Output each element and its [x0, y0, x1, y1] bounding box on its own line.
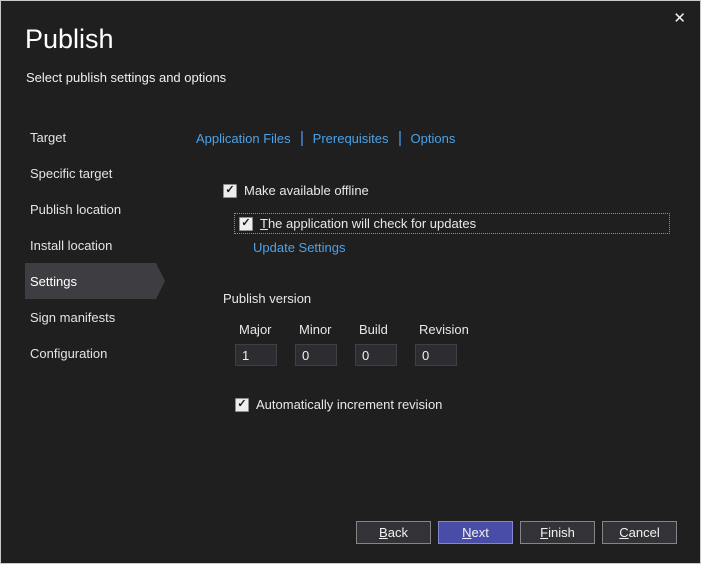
sidebar-item-sign-manifests[interactable]: Sign manifests: [25, 299, 165, 335]
tab-separator: [301, 131, 303, 146]
increment-checkbox-row: ✓ Automatically increment revision: [235, 397, 442, 412]
check-icon: ✓: [225, 185, 234, 196]
minor-input[interactable]: [295, 344, 337, 366]
build-label: Build: [359, 322, 388, 337]
check-icon: ✓: [237, 399, 246, 410]
updates-checkbox[interactable]: ✓: [239, 217, 253, 231]
next-button[interactable]: Next: [438, 521, 513, 544]
publish-dialog: ✕ Publish Select publish settings and op…: [0, 0, 701, 564]
offline-checkbox-row: ✓ Make available offline: [223, 183, 369, 198]
tab-bar: Application Files Prerequisites Options: [196, 131, 455, 146]
revision-label: Revision: [419, 322, 469, 337]
finish-button[interactable]: Finish: [520, 521, 595, 544]
tab-separator: [399, 131, 401, 146]
dialog-title: Publish: [25, 24, 114, 55]
sidebar-item-settings[interactable]: Settings: [25, 263, 165, 299]
tab-options[interactable]: Options: [411, 131, 456, 146]
updates-checkbox-label[interactable]: The application will check for updates: [260, 216, 476, 231]
revision-input[interactable]: [415, 344, 457, 366]
check-icon: ✓: [241, 218, 250, 229]
offline-checkbox[interactable]: ✓: [223, 184, 237, 198]
close-icon[interactable]: ✕: [673, 11, 686, 26]
sidebar-item-install-location[interactable]: Install location: [25, 227, 165, 263]
tab-prerequisites[interactable]: Prerequisites: [313, 131, 389, 146]
update-settings-link[interactable]: Update Settings: [253, 240, 346, 255]
back-button[interactable]: Back: [356, 521, 431, 544]
tab-application-files[interactable]: Application Files: [196, 131, 291, 146]
updates-checkbox-row: ✓ The application will check for updates: [234, 213, 670, 234]
sidebar-item-target[interactable]: Target: [25, 119, 165, 155]
sidebar-item-publish-location[interactable]: Publish location: [25, 191, 165, 227]
sidebar-item-specific-target[interactable]: Specific target: [25, 155, 165, 191]
major-label: Major: [239, 322, 272, 337]
settings-panel: Application Files Prerequisites Options …: [196, 131, 670, 501]
offline-checkbox-label[interactable]: Make available offline: [244, 183, 369, 198]
increment-checkbox[interactable]: ✓: [235, 398, 249, 412]
cancel-button[interactable]: Cancel: [602, 521, 677, 544]
dialog-subtitle: Select publish settings and options: [26, 70, 226, 85]
sidebar: Target Specific target Publish location …: [25, 119, 165, 371]
major-input[interactable]: [235, 344, 277, 366]
sidebar-item-configuration[interactable]: Configuration: [25, 335, 165, 371]
publish-version-label: Publish version: [223, 291, 311, 306]
minor-label: Minor: [299, 322, 332, 337]
build-input[interactable]: [355, 344, 397, 366]
increment-checkbox-label[interactable]: Automatically increment revision: [256, 397, 442, 412]
footer-button-bar: Back Next Finish Cancel: [356, 521, 677, 544]
